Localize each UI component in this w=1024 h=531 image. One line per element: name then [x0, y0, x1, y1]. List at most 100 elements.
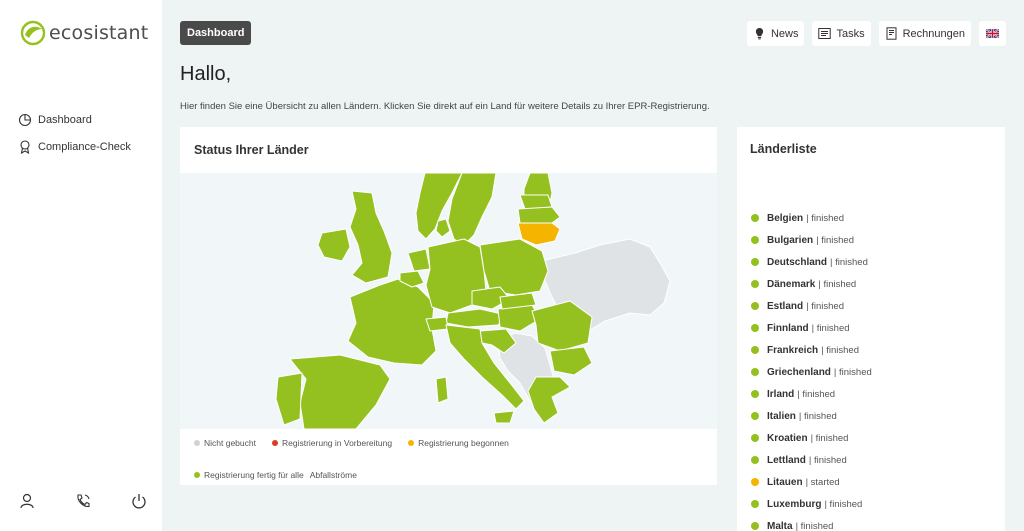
page-greeting: Hallo,	[180, 63, 232, 85]
country-name: Malta	[767, 520, 793, 531]
sidebar: ecosistant Dashboard Compliance-Check	[0, 0, 162, 531]
country-status: | finished	[808, 454, 847, 466]
status-dot	[751, 280, 759, 288]
country-status: | finished	[806, 212, 844, 224]
country-name: Kroatien	[767, 432, 808, 444]
map-country-france	[347, 278, 437, 366]
country-status: | finished	[821, 344, 859, 356]
page-badge[interactable]: Dashboard	[180, 21, 252, 45]
list-item[interactable]: Kroatien | finished	[751, 427, 872, 449]
country-list-title: Länderliste	[750, 142, 817, 156]
country-status: | finished	[833, 366, 872, 378]
legend-item-finished: Registrierung fertig für alle Abfallströ…	[194, 470, 357, 480]
status-dot	[751, 522, 759, 530]
legend-item-not-booked: Nicht gebucht	[194, 438, 256, 448]
logo-text: ecosistant	[49, 22, 149, 44]
country-name: Lettland	[767, 454, 806, 466]
list-item[interactable]: Estland | finished	[751, 295, 872, 317]
sidebar-bottom-actions	[18, 492, 148, 510]
country-status: | finished	[797, 388, 836, 400]
invoice-icon	[886, 27, 897, 40]
country-status: | finished	[810, 432, 849, 444]
power-icon[interactable]	[130, 492, 148, 510]
status-dot	[751, 258, 759, 266]
list-item[interactable]: Italien | finished	[751, 405, 872, 427]
map-country-uk	[349, 190, 393, 284]
news-button[interactable]: News	[746, 21, 805, 46]
country-name: Finnland	[767, 322, 809, 334]
sidebar-nav: Dashboard Compliance-Check	[18, 106, 131, 160]
country-status: | finished	[795, 520, 834, 531]
map-legend: Nicht gebucht Registrierung in Vorbereit…	[194, 436, 704, 500]
sidebar-item-label: Dashboard	[38, 113, 92, 126]
list-item[interactable]: Luxemburg | finished	[751, 493, 872, 515]
language-button[interactable]	[979, 21, 1006, 46]
tasks-button[interactable]: Tasks	[812, 21, 871, 46]
list-item[interactable]: Lettland | finished	[751, 449, 872, 471]
status-dot	[751, 390, 759, 398]
country-status: | finished	[818, 278, 857, 290]
map-country-netherlands	[407, 248, 431, 272]
country-status: | finished	[811, 322, 850, 334]
status-dot	[751, 412, 759, 420]
sidebar-item-compliance-check[interactable]: Compliance-Check	[18, 133, 131, 160]
legend-item-in-preparation: Registrierung in Vorbereitung	[271, 438, 392, 448]
country-name: Irland	[767, 388, 795, 400]
country-status: | started	[805, 476, 840, 488]
status-dot	[751, 346, 759, 354]
bulb-icon	[755, 28, 764, 40]
map-card-title: Status Ihrer Länder	[194, 143, 309, 157]
list-item[interactable]: Malta | finished	[751, 515, 872, 531]
country-name: Belgien	[767, 212, 804, 224]
list-item[interactable]: Griechenland | finished	[751, 361, 872, 383]
list-item[interactable]: Deutschland | finished	[751, 251, 872, 273]
map-country-switzerland	[425, 316, 449, 332]
europe-map[interactable]	[180, 173, 717, 429]
logo-icon	[20, 20, 46, 46]
status-dot	[751, 236, 759, 244]
list-item[interactable]: Irland | finished	[751, 383, 872, 405]
country-name: Bulgarien	[767, 234, 814, 246]
europe-map-svg[interactable]	[180, 173, 717, 429]
list-item[interactable]: Litauen | started	[751, 471, 872, 493]
list-item[interactable]: Belgien | finished	[751, 207, 872, 229]
invoices-button[interactable]: Rechnungen	[878, 21, 971, 46]
invoices-label: Rechnungen	[902, 27, 965, 40]
status-dot	[751, 478, 759, 486]
status-dot	[751, 368, 759, 376]
list-item[interactable]: Dänemark | finished	[751, 273, 872, 295]
status-dot	[751, 214, 759, 222]
country-name: Litauen	[767, 476, 803, 488]
app-logo[interactable]: ecosistant	[20, 20, 148, 46]
map-country-latvia	[517, 206, 561, 224]
list-item[interactable]: Bulgarien | finished	[751, 229, 872, 251]
map-country-greece	[527, 376, 571, 424]
news-label: News	[770, 27, 799, 40]
country-status: | finished	[798, 410, 837, 422]
map-country-bulgaria	[549, 346, 593, 376]
map-country-ireland	[317, 228, 351, 262]
map-country-poland	[479, 238, 549, 296]
country-name: Dänemark	[767, 278, 816, 290]
country-status: | finished	[816, 234, 854, 246]
sidebar-item-dashboard[interactable]: Dashboard	[18, 106, 131, 133]
list-item[interactable]: Finnland | finished	[751, 317, 872, 339]
user-icon[interactable]	[18, 492, 36, 510]
country-name: Frankreich	[767, 344, 819, 356]
map-country-austria	[445, 308, 507, 328]
tasks-label: Tasks	[836, 27, 865, 40]
status-map-card: Status Ihrer Länder Nicht gebucht Regist…	[180, 127, 717, 485]
country-name: Griechenland	[767, 366, 831, 378]
tasks-icon	[818, 28, 832, 39]
list-item[interactable]: Frankreich | finished	[751, 339, 872, 361]
country-status: | finished	[830, 256, 868, 268]
country-name: Deutschland	[767, 256, 828, 268]
map-country-spain	[289, 354, 391, 429]
country-name: Estland	[767, 300, 804, 312]
country-list-card: Länderliste Belgien | finished Bulgarien | …	[737, 127, 1005, 531]
phone-icon[interactable]	[74, 492, 92, 510]
uk-flag-icon	[986, 28, 999, 39]
map-country-portugal	[275, 372, 303, 426]
top-toolbar: News Tasks Rechnungen	[746, 21, 1006, 46]
map-country-sardinia	[435, 376, 449, 404]
